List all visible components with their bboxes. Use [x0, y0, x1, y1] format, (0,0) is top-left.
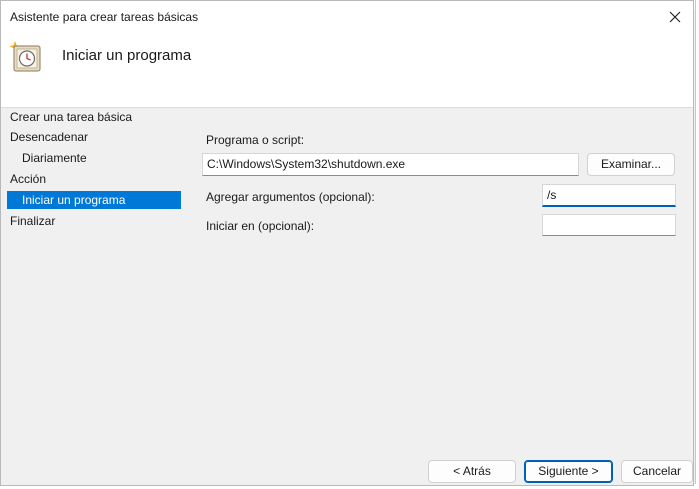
cancel-button[interactable]: Cancelar [621, 460, 693, 483]
page-title: Iniciar un programa [62, 47, 192, 64]
browse-button[interactable]: Examinar... [587, 153, 675, 176]
nav-step-start-program: Iniciar un programa [7, 191, 181, 209]
task-wizard-dialog: Asistente para crear tareas básicas Inic… [0, 0, 694, 486]
background-window-edge [695, 0, 699, 489]
program-label: Programa o script: [206, 133, 305, 147]
close-icon [669, 11, 681, 22]
close-button[interactable] [661, 3, 689, 30]
arguments-label: Agregar argumentos (opcional): [206, 190, 375, 204]
start-in-label: Iniciar en (opcional): [206, 219, 315, 233]
nav-step-create-basic-task: Crear una tarea básica [10, 110, 133, 124]
nav-step-finish: Finalizar [10, 214, 56, 228]
task-clock-icon [9, 41, 41, 72]
program-path-input[interactable]: C:\Windows\System32\shutdown.exe [202, 153, 579, 176]
nav-step-trigger: Desencadenar [10, 130, 89, 144]
start-in-input[interactable] [542, 214, 676, 236]
nav-step-action: Acción [10, 172, 47, 186]
window-title: Asistente para crear tareas básicas [10, 10, 199, 24]
title-bar: Asistente para crear tareas básicas [1, 1, 693, 32]
next-button[interactable]: Siguiente > [524, 460, 613, 483]
wizard-header: Iniciar un programa [1, 32, 693, 108]
nav-step-daily: Diariamente [22, 151, 87, 165]
back-button[interactable]: < Atrás [428, 460, 516, 483]
arguments-input[interactable]: /s [542, 184, 676, 207]
